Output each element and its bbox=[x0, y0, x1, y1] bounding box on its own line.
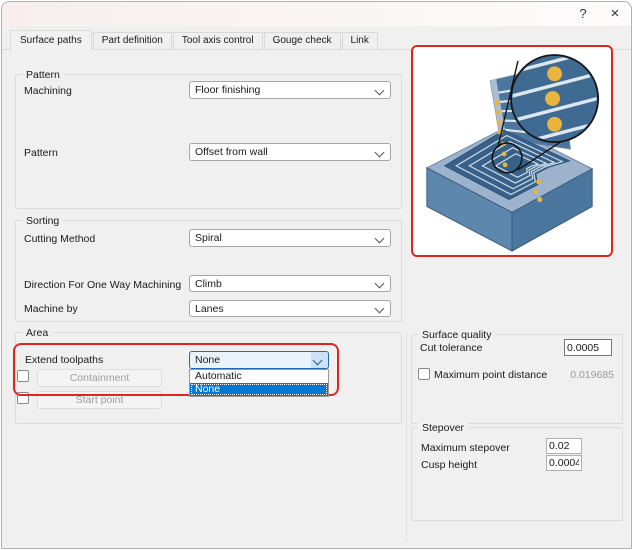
dropdown-option-automatic[interactable]: Automatic bbox=[190, 370, 328, 383]
screen: ? × Surface paths Part definition Tool a… bbox=[0, 0, 634, 550]
machine-by-combobox-value: Lanes bbox=[195, 303, 224, 315]
chevron-down-icon bbox=[375, 279, 385, 289]
max-point-distance-value: 0.019685 bbox=[560, 369, 614, 381]
tab-strip: Surface paths Part definition Tool axis … bbox=[10, 30, 379, 50]
start-point-checkbox[interactable] bbox=[17, 392, 29, 404]
cut-tolerance-input[interactable] bbox=[564, 339, 612, 356]
operation-parameters-dialog: ? × Surface paths Part definition Tool a… bbox=[1, 1, 632, 549]
extend-toolpaths-dropdown-list: Automatic None bbox=[189, 369, 329, 397]
toolpath-preview-panel bbox=[411, 45, 613, 257]
cutting-method-label: Cutting Method bbox=[24, 233, 95, 245]
cusp-height-input[interactable] bbox=[546, 455, 582, 471]
machining-combobox-value: Floor finishing bbox=[195, 84, 260, 96]
tab-link[interactable]: Link bbox=[342, 32, 378, 49]
machine-by-label: Machine by bbox=[24, 303, 78, 315]
title-bar bbox=[2, 2, 631, 26]
area-group-title: Area bbox=[22, 327, 52, 339]
machine-by-combobox[interactable]: Lanes bbox=[189, 300, 391, 317]
dropdown-option-none[interactable]: None bbox=[190, 383, 328, 396]
cutting-method-combobox-value: Spiral bbox=[195, 232, 222, 244]
chevron-down-icon bbox=[375, 148, 385, 158]
panel-divider bbox=[406, 332, 407, 542]
machining-label: Machining bbox=[24, 85, 72, 97]
direction-combobox-value: Climb bbox=[195, 278, 222, 290]
machining-combobox[interactable]: Floor finishing bbox=[189, 81, 391, 99]
chevron-down-icon bbox=[375, 304, 385, 314]
pattern-group-title: Pattern bbox=[22, 69, 64, 81]
cut-tolerance-label: Cut tolerance bbox=[420, 342, 482, 354]
magnified-toolpath-points bbox=[545, 66, 562, 131]
chevron-down-icon bbox=[375, 234, 385, 244]
extend-toolpaths-combobox-value: None bbox=[195, 354, 220, 366]
max-point-distance-label: Maximum point distance bbox=[434, 369, 547, 381]
extend-toolpaths-combobox[interactable]: None bbox=[189, 351, 329, 369]
start-point-button[interactable]: Start point bbox=[37, 391, 162, 409]
maximum-stepover-label: Maximum stepover bbox=[421, 442, 510, 454]
surface-quality-group-title: Surface quality bbox=[418, 329, 495, 341]
maximum-stepover-input[interactable] bbox=[546, 438, 582, 454]
direction-combobox[interactable]: Climb bbox=[189, 275, 391, 292]
containment-checkbox[interactable] bbox=[17, 370, 29, 382]
max-point-distance-checkbox[interactable] bbox=[418, 368, 430, 380]
tab-surface-paths[interactable]: Surface paths bbox=[10, 30, 92, 50]
extend-toolpaths-label: Extend toolpaths bbox=[25, 354, 103, 366]
pattern-combobox[interactable]: Offset from wall bbox=[189, 143, 391, 161]
tab-tool-axis-control[interactable]: Tool axis control bbox=[173, 32, 263, 49]
cusp-height-label: Cusp height bbox=[421, 459, 477, 471]
pattern-label: Pattern bbox=[24, 147, 58, 159]
pattern-combobox-value: Offset from wall bbox=[195, 146, 268, 158]
stepover-group-title: Stepover bbox=[418, 422, 468, 434]
tab-part-definition[interactable]: Part definition bbox=[93, 32, 172, 49]
tab-gouge-check[interactable]: Gouge check bbox=[264, 32, 341, 49]
direction-label: Direction For One Way Machining bbox=[24, 279, 181, 291]
cutting-method-combobox[interactable]: Spiral bbox=[189, 229, 391, 247]
help-icon[interactable]: ? bbox=[570, 4, 596, 24]
sorting-group-title: Sorting bbox=[22, 215, 63, 227]
close-icon[interactable]: × bbox=[602, 4, 628, 24]
toolpath-preview-graphic bbox=[413, 47, 611, 255]
chevron-down-icon bbox=[375, 86, 385, 96]
containment-button[interactable]: Containment bbox=[37, 369, 162, 387]
